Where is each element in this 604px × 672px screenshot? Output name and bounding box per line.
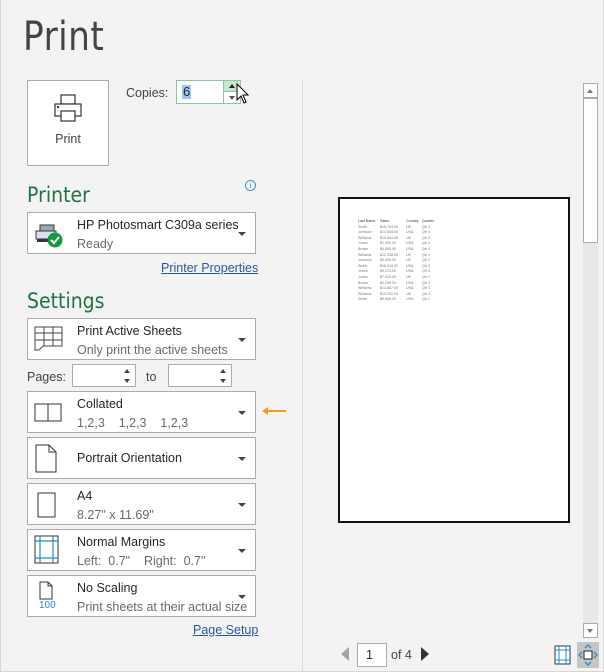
paper-size-icon <box>37 492 56 518</box>
chevron-down-icon <box>587 629 593 633</box>
zoom-to-page-button[interactable] <box>577 642 599 668</box>
scaling-dropdown[interactable]: 100 No Scaling Print sheets at their act… <box>27 575 256 617</box>
print-what-dropdown[interactable]: Print Active Sheets Only print the activ… <box>27 318 256 360</box>
info-icon[interactable]: i <box>245 180 256 191</box>
print-button[interactable]: Print <box>27 80 109 166</box>
chevron-down-icon <box>238 411 246 415</box>
settings-section-title: Settings <box>27 289 105 313</box>
copies-value[interactable]: 6 <box>182 85 192 99</box>
pages-to-label: to <box>146 370 157 384</box>
chevron-up-icon[interactable] <box>220 369 226 373</box>
orientation-title: Portrait Orientation <box>77 451 182 465</box>
mouse-cursor-icon <box>236 83 250 104</box>
annotation-arrow-icon <box>262 407 286 415</box>
printer-properties-link[interactable]: Printer Properties <box>161 261 258 275</box>
scrollbar-thumb[interactable] <box>583 98 598 243</box>
printer-icon <box>54 94 82 122</box>
paper-size-subtitle: 8.27" x 11.69" <box>77 508 154 522</box>
margins-icon <box>34 535 59 564</box>
vertical-scrollbar[interactable] <box>583 83 598 638</box>
pages-to-input[interactable] <box>168 364 232 387</box>
copies-input[interactable]: 6 <box>176 80 241 104</box>
chevron-down-icon <box>238 549 246 553</box>
printer-status: Ready <box>77 237 114 251</box>
show-margins-button[interactable] <box>554 645 571 665</box>
collation-subtitle: 1,2,3 1,2,3 1,2,3 <box>77 416 189 430</box>
page-setup-link[interactable]: Page Setup <box>193 623 258 637</box>
preview-row: Smith $9,698.00 USA Qtr 1 <box>358 297 436 303</box>
preview-cell: $9,698.00 <box>380 297 396 302</box>
chevron-down-icon <box>238 457 246 461</box>
chevron-up-icon <box>587 89 593 93</box>
sheets-grid-icon <box>34 326 63 351</box>
margins-dropdown[interactable]: Normal Margins Left: 0.7" Right: 0.7" <box>27 529 256 571</box>
printer-section-title: Printer <box>27 183 90 207</box>
preview-cell: Qtr 1 <box>422 297 430 302</box>
copies-label: Copies: <box>126 86 169 100</box>
chevron-up-icon[interactable] <box>124 369 130 373</box>
preview-cell: Smith <box>358 297 368 302</box>
printer-ready-icon <box>35 224 63 248</box>
scaling-subtitle: Print sheets at their actual size <box>77 600 248 614</box>
zoom-to-page-icon <box>578 644 598 666</box>
print-what-title: Print Active Sheets <box>77 324 182 338</box>
print-what-subtitle: Only print the active sheets <box>77 343 228 357</box>
collation-dropdown[interactable]: Collated 1,2,3 1,2,3 1,2,3 <box>27 391 256 433</box>
pane-divider <box>302 80 303 672</box>
no-scaling-page-icon <box>39 581 53 600</box>
chevron-down-icon <box>229 96 235 100</box>
chevron-down-icon <box>238 232 246 236</box>
preview-sheet: Last Name Sales Country Quarter Smith $16… <box>358 219 436 303</box>
chevron-up-icon <box>229 84 235 88</box>
previous-page-button[interactable] <box>341 647 349 661</box>
scroll-down-button[interactable] <box>583 623 598 638</box>
paper-size-title: A4 <box>77 489 93 503</box>
print-preview-page: Last Name Sales Country Quarter Smith $16… <box>338 197 570 523</box>
collation-title: Collated <box>77 397 123 411</box>
page-count-label: of 4 <box>391 648 412 662</box>
scaling-icon-label: 100 <box>39 600 56 611</box>
orientation-dropdown[interactable]: Portrait Orientation <box>27 437 256 479</box>
chevron-down-icon[interactable] <box>124 379 130 383</box>
scroll-up-button[interactable] <box>583 83 598 98</box>
chevron-down-icon[interactable] <box>220 379 226 383</box>
preview-cell: USA <box>406 297 414 302</box>
scaling-title: No Scaling <box>77 581 138 595</box>
margins-subtitle: Left: 0.7" Right: 0.7" <box>77 554 206 568</box>
pages-from-input[interactable] <box>72 364 136 387</box>
current-page-input[interactable]: 1 <box>357 643 387 667</box>
page-title: Print <box>23 14 105 60</box>
next-page-button[interactable] <box>421 647 429 661</box>
chevron-down-icon <box>238 338 246 342</box>
chevron-down-icon <box>238 503 246 507</box>
collated-icon <box>34 403 62 422</box>
paper-size-dropdown[interactable]: A4 8.27" x 11.69" <box>27 483 256 525</box>
printer-dropdown[interactable]: HP Photosmart C309a series Ready <box>27 212 256 254</box>
pages-label: Pages: <box>27 370 66 384</box>
margins-title: Normal Margins <box>77 535 166 549</box>
print-backstage: Print Print Copies: 6 Printer i HP Photo… <box>0 0 604 672</box>
print-button-label: Print <box>55 132 81 146</box>
portrait-page-icon <box>35 444 57 473</box>
chevron-down-icon <box>238 595 246 599</box>
printer-name: HP Photosmart C309a series <box>77 218 239 232</box>
